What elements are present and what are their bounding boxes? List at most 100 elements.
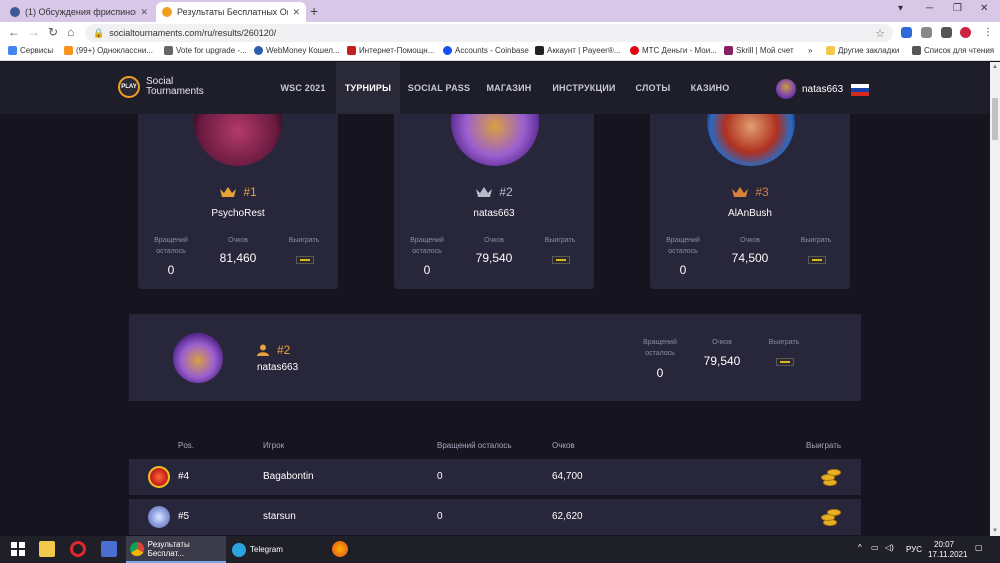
row-player-name: Bagabontin bbox=[263, 471, 314, 482]
nav-shop[interactable]: МАГАЗИН bbox=[478, 62, 540, 114]
podium-rank: #3 bbox=[755, 185, 769, 199]
bookmark-reading-list[interactable]: Список для чтения bbox=[912, 46, 994, 55]
points-value: 79,540 bbox=[703, 354, 741, 368]
language-flag-icon[interactable] bbox=[851, 84, 869, 96]
nav-wsc2021[interactable]: WSC 2021 bbox=[272, 62, 334, 114]
tab-search-icon[interactable]: ▾ bbox=[898, 3, 903, 14]
new-tab-button[interactable]: + bbox=[310, 3, 318, 19]
site-favicon-icon bbox=[162, 7, 172, 17]
tab-title: Результаты Бесплатных Онлайн bbox=[177, 7, 288, 17]
opera-icon[interactable] bbox=[70, 541, 86, 557]
bookmark-ok[interactable]: (99+) Одноклассни... bbox=[64, 46, 153, 55]
nav-instructions[interactable]: ИНСТРУКЦИИ bbox=[544, 62, 624, 114]
home-icon[interactable]: ⌂ bbox=[67, 25, 74, 39]
podium-player-name[interactable]: PsychoRest bbox=[138, 208, 338, 219]
podium-rank: #1 bbox=[243, 185, 257, 199]
username: natas663 bbox=[802, 83, 844, 95]
extensions-puzzle-icon[interactable] bbox=[941, 27, 952, 38]
prize-voucher-icon bbox=[296, 256, 314, 264]
podium-player-name[interactable]: natas663 bbox=[394, 208, 594, 219]
column-header-pos: Pos. bbox=[178, 441, 195, 450]
bookmark-skrill[interactable]: Skrill | Мой счет bbox=[724, 46, 794, 55]
windows-start-icon[interactable] bbox=[10, 541, 26, 557]
row-spins-left: 0 bbox=[437, 471, 443, 482]
spins-left-value: 0 bbox=[167, 263, 175, 277]
scroll-down-icon[interactable]: ▼ bbox=[990, 528, 1000, 534]
extension-icon[interactable] bbox=[921, 27, 932, 38]
more-bookmarks-button[interactable]: » bbox=[808, 46, 812, 55]
firefox-icon[interactable] bbox=[332, 541, 348, 557]
reload-icon[interactable]: ↻ bbox=[48, 25, 58, 39]
bookmark-other[interactable]: Другие закладки bbox=[826, 46, 899, 55]
url-text: socialtournaments.com/ru/results/260120/ bbox=[109, 28, 277, 38]
bookmark-mts[interactable]: МТС Деньги - Мои... bbox=[630, 46, 717, 55]
row-spins-left: 0 bbox=[437, 511, 443, 522]
podium-player-name[interactable]: AlAnBush bbox=[650, 208, 850, 219]
notifications-icon[interactable]: ▢ bbox=[975, 543, 983, 552]
tab-title: (1) Обсуждения фриспинов, пр bbox=[25, 7, 136, 17]
extension-icon[interactable] bbox=[901, 27, 912, 38]
maximize-icon[interactable]: ❐ bbox=[953, 3, 962, 14]
column-header-points: Очков bbox=[552, 441, 575, 450]
back-icon[interactable]: ← bbox=[8, 25, 20, 39]
podium-avatar-2 bbox=[451, 114, 539, 166]
points-value: 81,460 bbox=[219, 251, 257, 265]
bookmark-payeer[interactable]: Аккаунт | Payeer®... bbox=[535, 46, 620, 55]
tray-chevron-icon[interactable]: ^ bbox=[858, 543, 862, 552]
nav-slots[interactable]: СЛОТЫ bbox=[628, 62, 678, 114]
taskbar-app-telegram[interactable]: Telegram bbox=[228, 536, 318, 563]
bronze-crown-icon bbox=[732, 187, 749, 197]
battery-icon[interactable]: ▭ bbox=[871, 543, 879, 552]
bookmark-apps[interactable]: Сервисы bbox=[8, 46, 53, 55]
nav-social-pass[interactable]: SOCIAL PASS bbox=[404, 62, 474, 114]
table-row[interactable]: #5 starsun 0 62,620 bbox=[129, 499, 861, 535]
bookmark-helper[interactable]: Интернет-Помощн... bbox=[347, 46, 434, 55]
minimize-icon[interactable]: ─ bbox=[926, 3, 933, 14]
save-disk-icon[interactable] bbox=[101, 541, 117, 557]
volume-icon[interactable]: ◁) bbox=[885, 543, 894, 552]
spins-left-value: 0 bbox=[423, 263, 431, 277]
user-menu[interactable]: natas663 bbox=[776, 79, 843, 99]
profile-avatar[interactable] bbox=[960, 27, 971, 38]
row-player-name: starsun bbox=[263, 511, 296, 522]
forward-icon[interactable]: → bbox=[28, 25, 40, 39]
site-logo[interactable]: PLAY Social Tournaments bbox=[118, 76, 204, 98]
table-row[interactable]: #4 Bagabontin 0 64,700 bbox=[129, 459, 861, 495]
bookmark-vote[interactable]: Vote for upgrade -... bbox=[164, 46, 247, 55]
close-tab-icon[interactable]: ✕ bbox=[140, 7, 148, 18]
bookmark-webmoney[interactable]: WebMoney Кошел... bbox=[254, 46, 340, 55]
taskbar-app-chrome[interactable]: Результаты Бесплат... bbox=[126, 536, 226, 563]
language-indicator[interactable]: РУС bbox=[906, 545, 922, 554]
play-badge-icon: PLAY bbox=[118, 76, 140, 98]
current-user-rank: #2 bbox=[277, 343, 291, 357]
clock-date[interactable]: 17.11.2021 bbox=[928, 550, 967, 559]
browser-tab-results[interactable]: Результаты Бесплатных Онлайн ✕ bbox=[156, 2, 306, 22]
column-header-player: Игрок bbox=[263, 441, 285, 450]
nav-casino[interactable]: КАЗИНО bbox=[682, 62, 738, 114]
nav-tournaments[interactable]: ТУРНИРЫ bbox=[336, 62, 400, 114]
clock-time[interactable]: 20:07 bbox=[934, 540, 954, 549]
page-scrollbar[interactable]: ▲ ▼ bbox=[990, 62, 1000, 536]
row-points: 62,620 bbox=[552, 511, 583, 522]
bookmark-star-icon[interactable]: ☆ bbox=[875, 27, 885, 40]
scroll-thumb[interactable] bbox=[992, 98, 998, 140]
file-explorer-icon[interactable] bbox=[39, 541, 55, 557]
spins-left-value: 0 bbox=[656, 366, 664, 380]
site-header: PLAY Social Tournaments WSC 2021 ТУРНИРЫ… bbox=[0, 62, 990, 114]
coins-icon bbox=[819, 466, 843, 488]
scroll-up-icon[interactable]: ▲ bbox=[990, 64, 1000, 70]
bookmarks-bar: Сервисы (99+) Одноклассни... Vote for up… bbox=[0, 44, 1000, 61]
bookmark-coinbase[interactable]: Accounts - Coinbase bbox=[443, 46, 529, 55]
logo-line-2: Tournaments bbox=[146, 86, 204, 97]
browser-menu-icon[interactable]: ⋮ bbox=[983, 27, 993, 38]
lock-icon: 🔒 bbox=[93, 27, 105, 38]
podium-avatar-3 bbox=[707, 114, 795, 166]
close-window-icon[interactable]: ✕ bbox=[980, 3, 988, 14]
close-tab-icon[interactable]: ✕ bbox=[292, 7, 300, 18]
forum-favicon-icon bbox=[10, 7, 20, 17]
current-user-name: natas663 bbox=[257, 362, 299, 373]
current-user-avatar bbox=[173, 333, 223, 383]
address-bar[interactable]: 🔒 socialtournaments.com/ru/results/26012… bbox=[85, 24, 893, 42]
apps-grid-icon bbox=[8, 46, 17, 55]
browser-tab-forum[interactable]: (1) Обсуждения фриспинов, пр ✕ bbox=[4, 2, 154, 22]
